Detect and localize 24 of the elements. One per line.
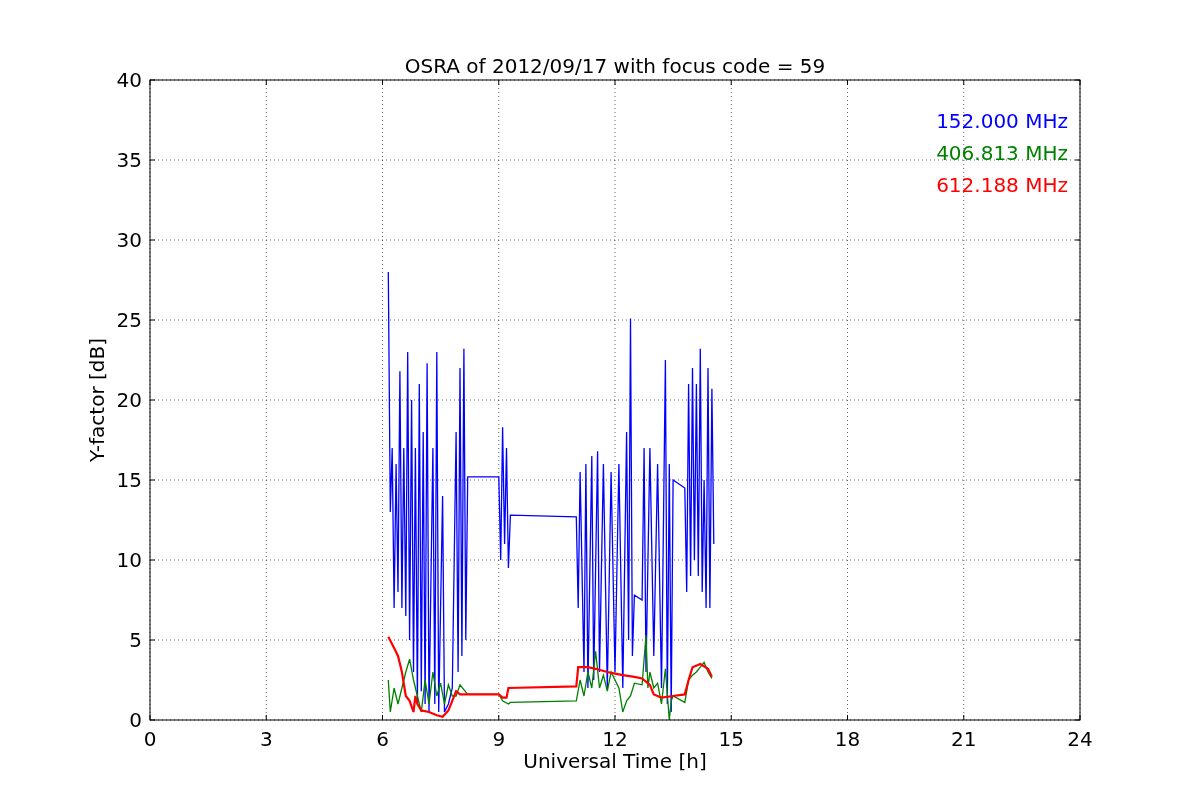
y-tick-label: 5: [129, 628, 142, 652]
y-tick-label: 15: [116, 468, 142, 492]
x-tick-label: 12: [602, 727, 628, 751]
y-tick-label: 0: [129, 708, 142, 732]
x-tick-label: 15: [718, 727, 744, 751]
x-tick-label: 18: [834, 727, 861, 751]
x-tick-label: 9: [492, 727, 506, 751]
x-tick-label: 3: [259, 727, 273, 751]
legend-label: 406.813 MHz: [936, 141, 1068, 165]
chart-title: OSRA of 2012/09/17 with focus code = 59: [404, 54, 826, 78]
y-tick-label: 30: [116, 228, 142, 252]
y-axis-label: Y-factor [dB]: [85, 338, 109, 462]
y-tick-label: 25: [116, 308, 142, 332]
y-tick-label: 10: [116, 548, 142, 572]
x-tick-label: 24: [1067, 727, 1093, 751]
y-tick-label: 20: [116, 388, 142, 412]
legend-label: 152.000 MHz: [936, 109, 1068, 133]
x-tick-label: 21: [951, 727, 977, 751]
legend-label: 612.188 MHz: [936, 173, 1068, 197]
x-tick-label: 6: [376, 727, 389, 751]
x-tick-label: 0: [143, 727, 157, 751]
y-tick-label: 35: [116, 148, 142, 172]
x-axis-label: Universal Time [h]: [523, 749, 707, 773]
y-tick-label: 40: [116, 68, 142, 92]
